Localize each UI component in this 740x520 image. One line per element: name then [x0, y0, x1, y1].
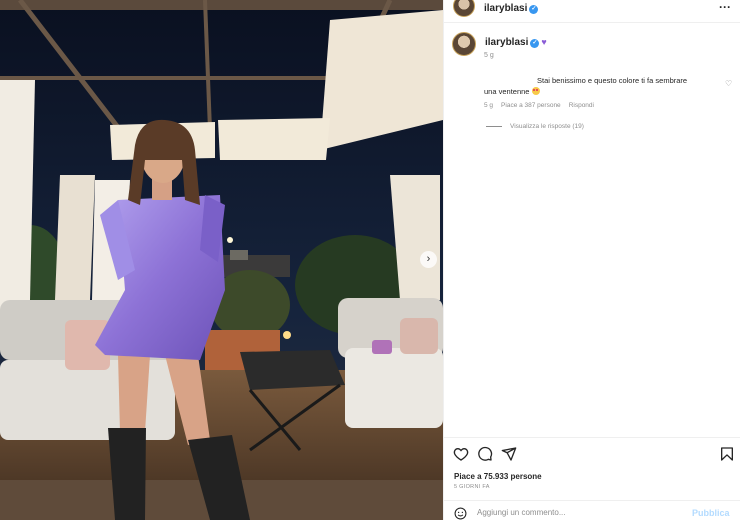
comment-item: Stai benissimo e questo colore ti fa sem… — [484, 75, 729, 97]
chevron-right-icon: › — [426, 253, 431, 265]
post-header: ilaryblasi ✓ ··· — [444, 0, 740, 22]
post-date[interactable]: 5 GIORNI FA — [454, 484, 490, 490]
replies-line — [486, 126, 502, 127]
post-photo[interactable]: › — [0, 0, 443, 520]
add-comment-input[interactable] — [477, 508, 677, 517]
add-comment-row: Pubblica — [444, 502, 740, 520]
author-username-text[interactable]: ilaryblasi — [484, 3, 527, 14]
reply-button[interactable]: Rispondi — [569, 102, 594, 109]
emoji-smile-icon[interactable] — [454, 507, 467, 520]
comment-like-icon[interactable]: ♡ — [725, 79, 732, 88]
post-sidebar: ilaryblasi ✓ ··· ilaryblasi ✓ ♥ 5 g Stai be… — [443, 0, 740, 520]
bookmark-icon[interactable] — [719, 446, 735, 462]
comment-text-line2: una ventenne — [484, 87, 530, 96]
caption-avatar[interactable] — [452, 32, 476, 56]
heart-icon[interactable] — [453, 446, 469, 462]
share-icon[interactable] — [501, 446, 517, 462]
author-avatar[interactable] — [453, 0, 475, 17]
comment-meta: 5 g Piace a 387 persone Rispondi — [484, 102, 594, 109]
actions-divider — [444, 437, 740, 438]
caption-username[interactable]: ilaryblasi ✓ ♥ — [485, 37, 547, 48]
comment-box-divider — [444, 500, 740, 501]
view-replies-label[interactable]: Visualizza le risposte (19) — [510, 123, 584, 130]
comment-likes[interactable]: Piace a 387 persone — [501, 102, 561, 109]
photo-image — [0, 0, 443, 520]
purple-heart-emoji: ♥ — [541, 37, 547, 47]
comment-time[interactable]: 5 g — [484, 102, 493, 109]
caption-username-text[interactable]: ilaryblasi — [485, 37, 528, 48]
publish-button[interactable]: Pubblica — [692, 508, 730, 518]
view-replies-button[interactable]: Visualizza le risposte (19) — [486, 123, 584, 130]
comment-icon[interactable] — [477, 446, 493, 462]
header-divider — [444, 22, 740, 23]
verified-badge-icon: ✓ — [529, 5, 539, 14]
verified-badge-icon: ✓ — [530, 39, 540, 48]
carousel-next-button[interactable]: › — [420, 251, 437, 268]
action-bar — [444, 446, 740, 466]
heart-eyes-emoji — [531, 87, 540, 95]
comment-text-line1: Stai benissimo e questo colore ti fa sem… — [537, 76, 688, 85]
more-options-icon[interactable]: ··· — [719, 0, 731, 14]
caption-time[interactable]: 5 g — [484, 52, 494, 59]
likes-count[interactable]: Piace a 75.933 persone — [454, 472, 542, 481]
author-username[interactable]: ilaryblasi ✓ — [484, 3, 539, 14]
